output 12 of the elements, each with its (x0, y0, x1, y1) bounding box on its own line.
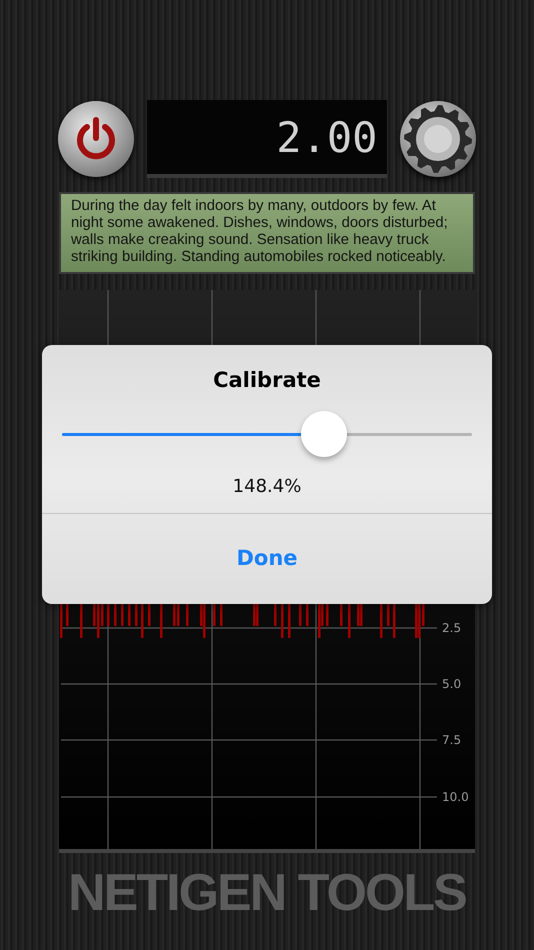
calibration-slider[interactable] (62, 410, 472, 456)
scale-label: 2.5 (442, 621, 462, 635)
scale-label: 5.0 (442, 677, 462, 691)
done-button[interactable]: Done (42, 514, 492, 604)
calibration-value: 148.4% (232, 474, 302, 498)
dialog-title: Calibrate (213, 367, 321, 394)
slider-thumb[interactable] (301, 410, 348, 456)
intensity-description: During the day felt indoors by many, outdoors by few. At night some awakened. Dishes, windows, doors disturbed; walls make creaking sound. Sensation like heavy truck striking building. Standing automobiles rocked noticeably. (59, 192, 475, 274)
reading-display: 2.00 (146, 100, 388, 178)
scale-label: 7.5 (442, 733, 462, 747)
scale-label: 10.0 (442, 790, 469, 804)
brand-logo: NETIGEN TOOLS (68, 867, 466, 919)
